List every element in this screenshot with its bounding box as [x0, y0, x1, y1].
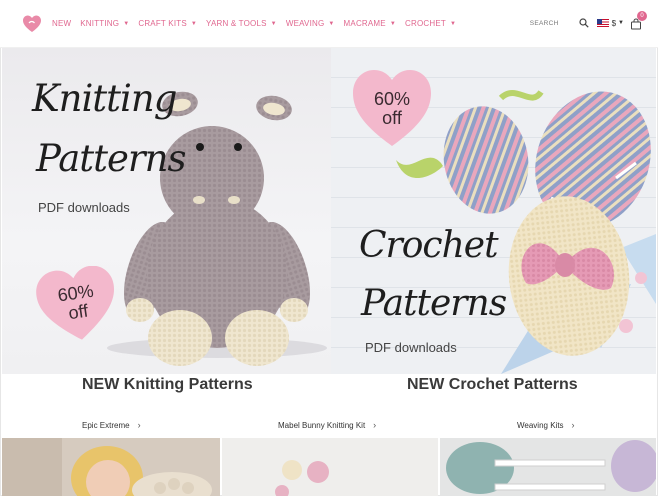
product-link-epic-extreme[interactable]: Epic Extreme ›: [82, 420, 141, 430]
product-tile-mabel-bunny[interactable]: [222, 438, 438, 496]
menu-label: CROCHET: [404, 19, 446, 28]
menu-item-crochet[interactable]: CROCHET ▼: [405, 19, 456, 28]
brand-heart-logo-icon[interactable]: [22, 14, 42, 34]
knitting-title-line2: Patterns: [36, 137, 186, 180]
chevron-down-icon[interactable]: ▼: [618, 20, 624, 26]
chevron-down-icon: ▼: [328, 20, 335, 27]
new-crochet-patterns-heading: NEW Crochet Patterns: [407, 376, 578, 393]
cart-count-badge: 0: [637, 11, 647, 21]
product-link-mabel-bunny[interactable]: Mabel Bunny Knitting Kit ›: [278, 420, 376, 430]
product-tile-weaving-kits[interactable]: [440, 438, 656, 496]
knitting-title-line1: Knitting: [32, 77, 177, 120]
menu-label: WEAVING: [285, 19, 325, 28]
chevron-down-icon: ▼: [449, 20, 457, 27]
product-tile-epic-extreme[interactable]: [2, 438, 220, 496]
crochet-title-line2: Patterns: [361, 283, 507, 324]
badge-text: 60% off: [351, 90, 433, 128]
cart-button[interactable]: 0: [630, 11, 647, 30]
menu-label: KNITTING: [80, 19, 120, 28]
discount-heart-badge: 60% off: [351, 68, 433, 148]
search-input[interactable]: SEARCH: [530, 20, 559, 27]
product-link-label: Epic Extreme: [82, 420, 130, 430]
product-link-label: Weaving Kits: [517, 420, 564, 430]
menu-item-new[interactable]: NEW: [52, 19, 71, 28]
discount-heart-badge: 60% off: [36, 266, 118, 342]
badge-percent: 60%: [373, 89, 411, 109]
chevron-right-icon: ›: [373, 420, 377, 430]
crochet-subtitle: PDF downloads: [365, 340, 457, 355]
menu-item-weaving[interactable]: WEAVING ▼: [286, 19, 335, 28]
yarn-balls-image: [222, 438, 438, 496]
chevron-down-icon: ▼: [270, 20, 277, 27]
menu-label: MACRAME: [343, 19, 386, 28]
menu-item-knitting[interactable]: KNITTING ▼: [80, 19, 129, 28]
search-icon[interactable]: [578, 18, 589, 28]
nav-utilities: SEARCH $ ▼ 0: [530, 11, 647, 30]
chevron-right-icon: ›: [137, 420, 141, 430]
crochet-title-line1: Crochet: [359, 225, 499, 266]
knitting-patterns-banner[interactable]: Knitting Patterns PDF downloads 60% off: [2, 48, 331, 374]
menu-item-yarn-tools[interactable]: YARN & TOOLS ▼: [206, 19, 277, 28]
main-menu: NEW KNITTING ▼ CRAFT KITS ▼ YARN & TOOLS ▼ …: [52, 19, 465, 28]
currency-selector[interactable]: $: [612, 19, 616, 28]
knitting-subtitle: PDF downloads: [38, 200, 130, 215]
new-knitting-patterns-heading: NEW Knitting Patterns: [82, 376, 253, 393]
chevron-down-icon: ▼: [123, 20, 130, 27]
top-navigation: NEW KNITTING ▼ CRAFT KITS ▼ YARN & TOOLS ▼ …: [0, 0, 658, 48]
chevron-down-icon: ▼: [190, 20, 198, 27]
product-link-weaving-kits[interactable]: Weaving Kits ›: [517, 420, 575, 430]
menu-label: NEW: [52, 19, 72, 28]
crochet-patterns-banner[interactable]: 60% off Crochet Patterns PDF downloads: [331, 48, 656, 374]
menu-item-macrame[interactable]: MACRAME ▼: [344, 19, 396, 28]
chevron-down-icon: ▼: [389, 20, 396, 27]
menu-item-craft-kits[interactable]: CRAFT KITS ▼: [138, 19, 197, 28]
us-flag-icon[interactable]: [596, 19, 609, 27]
weaving-loom-yarn-image: [440, 438, 656, 496]
product-link-label: Mabel Bunny Knitting Kit: [278, 420, 366, 430]
woman-with-chunky-knit-image: [2, 438, 220, 496]
chevron-right-icon: ›: [571, 420, 575, 430]
badge-off: off: [382, 108, 402, 128]
menu-label: YARN & TOOLS: [206, 19, 267, 28]
menu-label: CRAFT KITS: [138, 19, 187, 28]
